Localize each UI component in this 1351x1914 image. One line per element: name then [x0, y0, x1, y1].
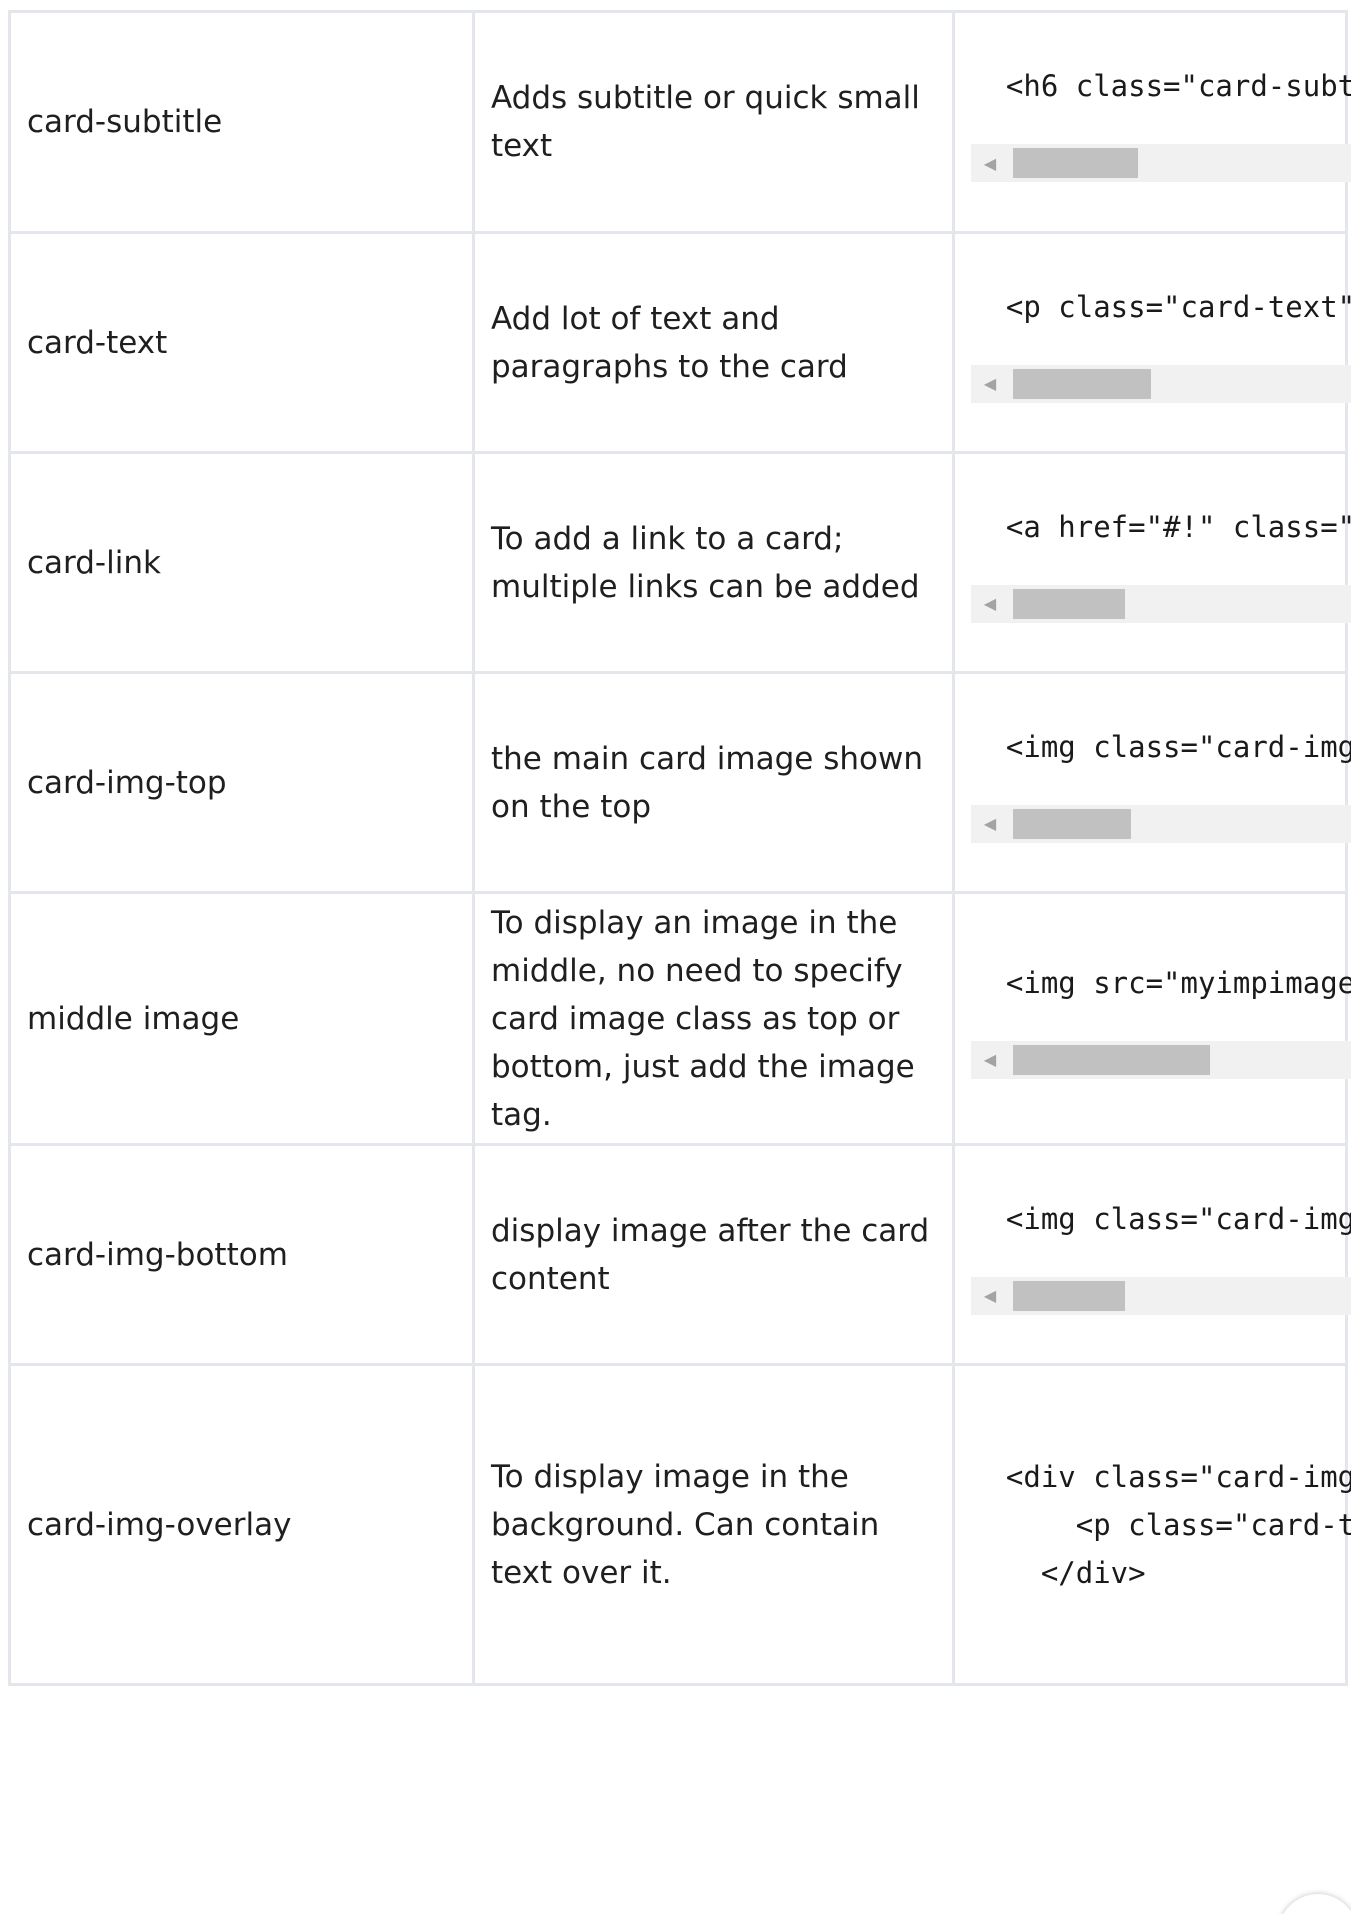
- code-block[interactable]: <p class="card-text">: [971, 283, 1351, 331]
- code-text: <img class="card-img-top">: [1005, 729, 1351, 764]
- table-row: card-subtitle Adds subtitle or quick sma…: [8, 10, 1351, 234]
- scrollbar-thumb[interactable]: [1013, 148, 1138, 178]
- code-cell: <h6 class="card-subtitle"> ◀ ▶: [952, 10, 1351, 234]
- scroll-left-icon[interactable]: ◀: [971, 1041, 1009, 1079]
- class-name-cell: card-link: [8, 451, 475, 674]
- scrollbar-thumb[interactable]: [1013, 588, 1125, 619]
- code-cell: <div class="card-img-overlay"> <p class=…: [952, 1363, 1351, 1686]
- scrollbar-thumb[interactable]: [1013, 1280, 1125, 1311]
- code-cell: <img src="myimpimage.jpg"> ◀ ▶: [952, 891, 1351, 1146]
- scroll-right-icon[interactable]: ▶: [1346, 144, 1351, 182]
- code-text: <img class="card-img-bottom">: [1005, 1201, 1351, 1236]
- table-row: card-img-bottom display image after the …: [8, 1143, 1351, 1366]
- table-row: card-link To add a link to a card; multi…: [8, 451, 1351, 674]
- code-block[interactable]: <img class="card-img-top">: [971, 723, 1351, 771]
- scroll-left-icon[interactable]: ◀: [971, 1277, 1009, 1315]
- horizontal-scrollbar[interactable]: ◀ ▶: [971, 364, 1351, 403]
- description-cell: To display image in the background. Can …: [472, 1363, 955, 1686]
- scroll-left-icon[interactable]: ◀: [971, 805, 1009, 843]
- scroll-right-icon[interactable]: ▶: [1346, 585, 1351, 623]
- scroll-right-icon[interactable]: ▶: [1346, 1277, 1351, 1315]
- scrollbar-thumb[interactable]: [1013, 1044, 1210, 1075]
- code-block[interactable]: <h6 class="card-subtitle">: [971, 62, 1351, 110]
- scroll-left-icon[interactable]: ◀: [971, 585, 1009, 623]
- description-cell: To display an image in the middle, no ne…: [472, 891, 955, 1146]
- code-text: <a href="#!" class="card-link">: [1005, 509, 1351, 544]
- table-row: card-text Add lot of text and paragraphs…: [8, 231, 1351, 454]
- code-text: <p class="card-text">: [971, 289, 1351, 324]
- page: card-subtitle Adds subtitle or quick sma…: [0, 0, 1351, 1914]
- scroll-right-icon[interactable]: ▶: [1346, 365, 1351, 403]
- horizontal-scrollbar[interactable]: ◀ ▶: [971, 144, 1351, 182]
- scroll-right-icon[interactable]: ▶: [1346, 805, 1351, 843]
- description-cell: Adds subtitle or quick small text: [472, 10, 955, 234]
- description-cell: display image after the card content: [472, 1143, 955, 1366]
- scrollbar-thumb[interactable]: [1013, 808, 1131, 839]
- class-name-cell: card-img-bottom: [8, 1143, 475, 1366]
- code-block[interactable]: <a href="#!" class="card-link">: [971, 503, 1351, 551]
- code-cell: <a href="#!" class="card-link"> ◀ ▶: [952, 451, 1351, 674]
- description-cell: the main card image shown on the top: [472, 671, 955, 894]
- code-text: <h6 class="card-subtitle">: [1005, 69, 1351, 103]
- scroll-right-icon[interactable]: ▶: [1346, 1041, 1351, 1079]
- code-block[interactable]: <div class="card-img-overlay"> <p class=…: [971, 1453, 1351, 1597]
- scroll-left-icon[interactable]: ◀: [971, 144, 1009, 182]
- reference-table: card-subtitle Adds subtitle or quick sma…: [8, 10, 1351, 1686]
- horizontal-scrollbar[interactable]: ◀ ▶: [971, 584, 1351, 623]
- scroll-left-icon[interactable]: ◀: [971, 365, 1009, 403]
- horizontal-scrollbar[interactable]: ◀ ▶: [971, 1276, 1351, 1315]
- class-name-cell: card-text: [8, 231, 475, 454]
- code-block[interactable]: <img src="myimpimage.jpg">: [971, 959, 1351, 1007]
- class-name-cell: card-subtitle: [8, 10, 475, 234]
- class-name-cell: middle image: [8, 891, 475, 1146]
- horizontal-scrollbar[interactable]: ◀ ▶: [971, 1040, 1351, 1079]
- table-row: card-img-top the main card image shown o…: [8, 671, 1351, 894]
- class-name-cell: card-img-overlay: [8, 1363, 475, 1686]
- code-text: <img src="myimpimage.jpg">: [1005, 965, 1351, 1000]
- table-row: card-img-overlay To display image in the…: [8, 1363, 1351, 1686]
- code-cell: <img class="card-img-top"> ◀ ▶: [952, 671, 1351, 894]
- code-cell: <img class="card-img-bottom"> ◀ ▶: [952, 1143, 1351, 1366]
- description-cell: To add a link to a card; multiple links …: [472, 451, 955, 674]
- table-row: middle image To display an image in the …: [8, 891, 1351, 1146]
- code-block[interactable]: <img class="card-img-bottom">: [971, 1195, 1351, 1243]
- floating-action-button[interactable]: [1278, 1894, 1351, 1914]
- horizontal-scrollbar[interactable]: ◀ ▶: [971, 804, 1351, 843]
- code-text: <div class="card-img-overlay"> <p class=…: [1005, 1459, 1351, 1590]
- class-name-cell: card-img-top: [8, 671, 475, 894]
- scrollbar-thumb[interactable]: [1013, 368, 1151, 399]
- description-cell: Add lot of text and paragraphs to the ca…: [472, 231, 955, 454]
- code-cell: <p class="card-text"> ◀ ▶: [952, 231, 1351, 454]
